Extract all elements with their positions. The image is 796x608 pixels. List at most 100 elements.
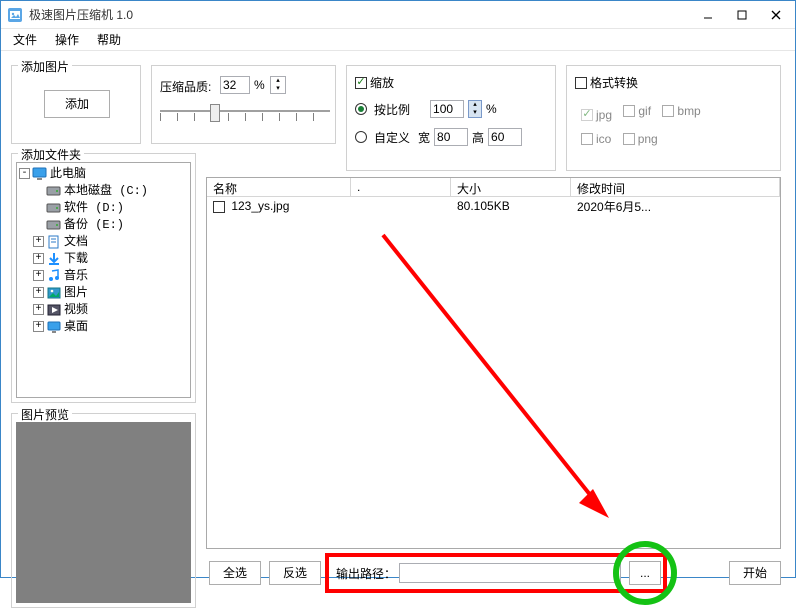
- maximize-button[interactable]: [725, 4, 759, 26]
- preview-legend: 图片预览: [18, 406, 72, 423]
- tree-item[interactable]: + 音乐: [19, 267, 190, 284]
- tree-item[interactable]: + 下载: [19, 250, 190, 267]
- scale-custom-label: 自定义: [374, 129, 410, 146]
- scale-checkbox[interactable]: [355, 77, 367, 89]
- file-row[interactable]: 123_ys.jpg 80.105KB2020年6月5...: [207, 197, 780, 215]
- scale-group: 缩放 按比例 ▴▾ % 自定义 宽 高: [346, 65, 556, 171]
- tree-item[interactable]: 软件 (D:): [19, 199, 190, 216]
- file-row-checkbox[interactable]: [213, 201, 225, 213]
- close-button[interactable]: [759, 4, 793, 26]
- col-dot[interactable]: .: [351, 178, 451, 196]
- fmt-jpg-label: jpg: [596, 108, 612, 122]
- tree-item-label: 桌面: [64, 319, 88, 335]
- scale-height-label: 高: [472, 129, 484, 146]
- menu-file[interactable]: 文件: [5, 29, 45, 50]
- format-label: 格式转换: [590, 74, 638, 91]
- quality-slider-thumb[interactable]: [210, 104, 220, 122]
- browse-button[interactable]: ...: [629, 561, 661, 585]
- scale-label: 缩放: [370, 74, 394, 91]
- file-size: 80.105KB: [451, 199, 571, 213]
- quality-group: 压缩品质: % ▴▾: [151, 65, 336, 144]
- folder-tree[interactable]: - 此电脑 本地磁盘 (C:)软件 (D:)备份 (E:) + 文档 + 下载 + 音乐 + 图…: [16, 162, 191, 398]
- tree-expander: [33, 185, 44, 196]
- tree-expander[interactable]: +: [33, 270, 44, 281]
- tree-item-label: 本地磁盘 (C:): [64, 183, 148, 199]
- fmt-png-label: png: [638, 132, 658, 146]
- tree-item-label: 备份 (E:): [64, 217, 124, 233]
- scale-width-input[interactable]: [434, 128, 468, 146]
- doc-icon: [46, 235, 62, 249]
- tree-expander[interactable]: +: [33, 253, 44, 264]
- quality-input[interactable]: [220, 76, 250, 94]
- tree-item[interactable]: + 桌面: [19, 318, 190, 335]
- window-title: 极速图片压缩机 1.0: [29, 6, 691, 23]
- tree-item-label: 下载: [64, 251, 88, 267]
- file-list-header: 名称 . 大小 修改时间: [207, 178, 780, 197]
- col-mtime[interactable]: 修改时间: [571, 178, 780, 196]
- scale-ratio-radio[interactable]: [355, 103, 367, 115]
- col-size[interactable]: 大小: [451, 178, 571, 196]
- tree-expander[interactable]: +: [33, 321, 44, 332]
- quality-label: 压缩品质:: [160, 78, 211, 95]
- fmt-ico-checkbox: [581, 133, 593, 145]
- invert-selection-button[interactable]: 反选: [269, 561, 321, 585]
- tree-item-label: 文档: [64, 234, 88, 250]
- fmt-jpg-checkbox: [581, 109, 593, 121]
- menu-action[interactable]: 操作: [47, 29, 87, 50]
- video-icon: [46, 303, 62, 317]
- tree-expander: [33, 219, 44, 230]
- add-button[interactable]: 添加: [44, 90, 110, 118]
- folder-tree-legend: 添加文件夹: [18, 146, 84, 163]
- tree-item-label: 音乐: [64, 268, 88, 284]
- tree-expander[interactable]: +: [33, 287, 44, 298]
- scale-height-input[interactable]: [488, 128, 522, 146]
- spin-up-icon[interactable]: ▴: [271, 77, 285, 85]
- preview-group: 图片预览: [11, 413, 196, 608]
- quality-slider-ticks: [160, 113, 330, 121]
- tree-expander[interactable]: -: [19, 168, 30, 179]
- spin-down-icon[interactable]: ▾: [271, 85, 285, 93]
- tree-item-label: 软件 (D:): [64, 200, 124, 216]
- file-mtime: 2020年6月5...: [571, 198, 780, 215]
- quality-spinner[interactable]: ▴▾: [270, 76, 286, 94]
- drive-icon: [46, 184, 62, 198]
- app-icon: [7, 7, 23, 23]
- scale-ratio-input[interactable]: [430, 100, 464, 118]
- tree-item-label: 图片: [64, 285, 88, 301]
- output-path-input[interactable]: [399, 563, 621, 583]
- picture-icon: [46, 286, 62, 300]
- fmt-gif-label: gif: [638, 104, 651, 118]
- minimize-button[interactable]: [691, 4, 725, 26]
- fmt-bmp-checkbox: [662, 105, 674, 117]
- output-path-label: 输出路径：: [336, 565, 396, 582]
- select-all-button[interactable]: 全选: [209, 561, 261, 585]
- file-name: 123_ys.jpg: [228, 199, 289, 213]
- tree-root-label[interactable]: 此电脑: [50, 166, 86, 182]
- scale-width-label: 宽: [418, 129, 430, 146]
- quality-slider-track[interactable]: [160, 110, 330, 112]
- tree-item[interactable]: + 图片: [19, 284, 190, 301]
- tree-item-label: 视频: [64, 302, 88, 318]
- menu-help[interactable]: 帮助: [89, 29, 129, 50]
- fmt-bmp-label: bmp: [677, 104, 700, 118]
- folder-tree-group: 添加文件夹 - 此电脑 本地磁盘 (C:)软件 (D:)备份 (E:)+文档+下…: [11, 153, 196, 403]
- menubar: 文件 操作 帮助: [1, 29, 795, 51]
- tree-item[interactable]: 本地磁盘 (C:): [19, 182, 190, 199]
- scale-ratio-spinner[interactable]: ▴▾: [468, 100, 482, 118]
- format-checkbox[interactable]: [575, 77, 587, 89]
- music-icon: [46, 269, 62, 283]
- desktop-icon: [46, 320, 62, 334]
- start-button[interactable]: 开始: [729, 561, 781, 585]
- quality-percent: %: [254, 78, 265, 92]
- tree-item[interactable]: + 视频: [19, 301, 190, 318]
- col-name[interactable]: 名称: [207, 178, 351, 196]
- tree-item[interactable]: + 文档: [19, 233, 190, 250]
- download-icon: [46, 252, 62, 266]
- preview-box: [16, 422, 191, 603]
- file-list[interactable]: 名称 . 大小 修改时间 123_ys.jpg 80.105KB2020年6月5.…: [206, 177, 781, 549]
- tree-item[interactable]: 备份 (E:): [19, 216, 190, 233]
- tree-expander[interactable]: +: [33, 304, 44, 315]
- scale-custom-radio[interactable]: [355, 131, 367, 143]
- fmt-png-checkbox: [623, 133, 635, 145]
- tree-expander[interactable]: +: [33, 236, 44, 247]
